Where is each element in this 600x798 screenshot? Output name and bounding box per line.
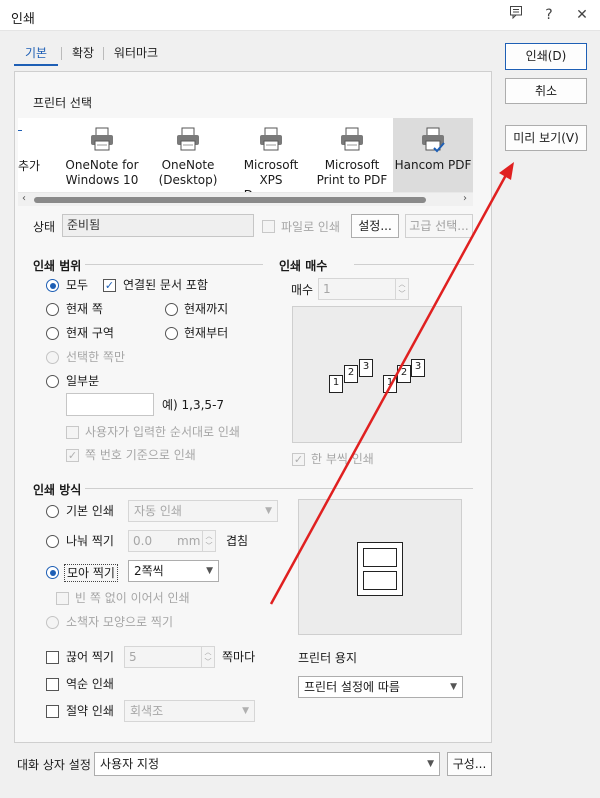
annotation-arrow	[269, 162, 514, 605]
